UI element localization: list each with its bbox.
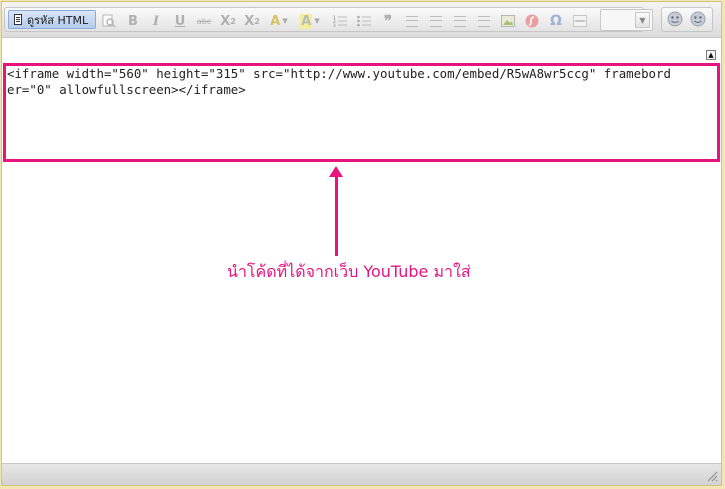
bold-icon[interactable]: B bbox=[124, 13, 142, 29]
superscript-icon-base: X bbox=[244, 13, 255, 29]
justify-icon[interactable] bbox=[475, 13, 493, 29]
view-source-label: ดูรหัส HTML bbox=[27, 13, 89, 27]
italic-icon[interactable]: I bbox=[147, 13, 165, 29]
code-line-2: er="0" allowfullscreen></iframe> bbox=[7, 82, 246, 97]
editor-toolbar: ดูรหัส HTML B I U abc X2 X2 A ▼ A ▼ 123 ❞ bbox=[2, 2, 721, 38]
smiley-icon[interactable] bbox=[666, 11, 684, 27]
subscript-icon[interactable]: X2 bbox=[219, 13, 237, 29]
text-color-icon[interactable]: A ▼ bbox=[267, 13, 291, 29]
html-code-text[interactable]: <iframe width="560" height="315" src="ht… bbox=[7, 66, 719, 98]
align-right-icon[interactable] bbox=[451, 13, 469, 29]
preview-icon[interactable] bbox=[100, 13, 118, 29]
code-line-1: <iframe width="560" height="315" src="ht… bbox=[7, 66, 671, 81]
toolbar-group-extra bbox=[661, 7, 713, 32]
arrow-shaft bbox=[335, 174, 338, 256]
document-icon bbox=[14, 14, 22, 25]
editor-statusbar bbox=[2, 463, 721, 485]
editor-area[interactable] bbox=[2, 38, 721, 62]
flash-icon[interactable] bbox=[523, 13, 541, 29]
superscript-icon-mark: 2 bbox=[254, 16, 260, 26]
align-center-icon[interactable] bbox=[427, 13, 445, 29]
subscript-icon-base: X bbox=[220, 13, 231, 29]
subscript-icon-mark: 2 bbox=[230, 16, 236, 26]
blockquote-icon[interactable]: ❞ bbox=[379, 12, 397, 30]
numbered-list-icon[interactable]: 123 bbox=[331, 13, 349, 29]
strikethrough-icon[interactable]: abc bbox=[195, 13, 213, 29]
chevron-down-icon[interactable]: ▼ bbox=[635, 12, 650, 28]
editor-frame: ดูรหัส HTML B I U abc X2 X2 A ▼ A ▼ 123 ❞ bbox=[1, 1, 722, 486]
view-source-button[interactable]: ดูรหัส HTML bbox=[8, 10, 96, 29]
underline-icon[interactable]: U bbox=[171, 13, 189, 29]
background-color-icon[interactable]: A ▼ bbox=[298, 13, 322, 29]
annotation-text: นำโค้ดที่ได้จากเว็บ YouTube มาใส่ bbox=[227, 262, 471, 281]
image-icon[interactable] bbox=[499, 13, 517, 29]
smiley-icon-2[interactable] bbox=[689, 11, 707, 27]
toolbar-group-main: ดูรหัส HTML B I U abc X2 X2 A ▼ A ▼ 123 ❞ bbox=[4, 7, 653, 32]
html-code-box[interactable]: <iframe width="560" height="315" src="ht… bbox=[3, 63, 720, 162]
scroll-up-button[interactable]: ▲ bbox=[706, 50, 716, 60]
bulleted-list-icon[interactable] bbox=[355, 13, 373, 29]
horizontal-rule-icon[interactable] bbox=[571, 13, 589, 29]
superscript-icon[interactable]: X2 bbox=[243, 13, 261, 29]
resize-handle-icon[interactable] bbox=[706, 470, 718, 482]
svg-text:3: 3 bbox=[333, 23, 336, 27]
align-left-icon[interactable] bbox=[403, 13, 421, 29]
format-combo[interactable]: ▼ bbox=[600, 9, 653, 31]
special-char-icon[interactable]: Ω bbox=[547, 13, 565, 29]
